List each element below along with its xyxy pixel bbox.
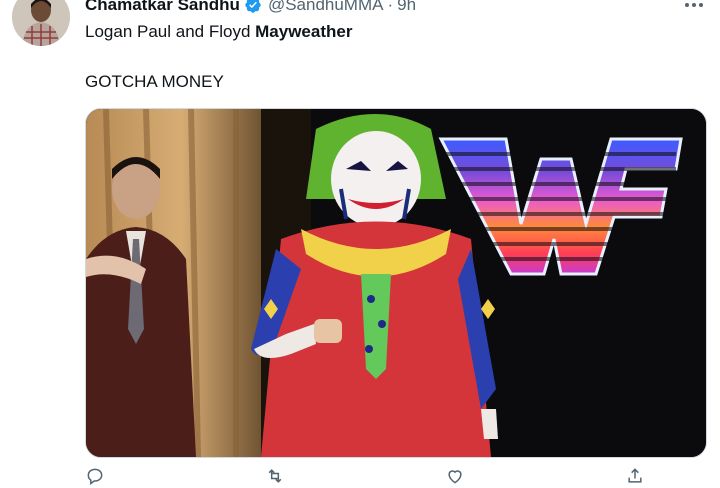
display-name[interactable]: Chamatkar Sandhu <box>85 0 240 15</box>
tweet-text-line1: Logan Paul and Floyd Mayweather <box>85 22 685 42</box>
tweet-text-line2: GOTCHA MONEY <box>85 72 224 91</box>
tweet-text-prefix: Logan Paul and Floyd <box>85 22 256 41</box>
tweet-actions <box>85 464 645 488</box>
avatar[interactable] <box>12 0 70 46</box>
retweet-button[interactable] <box>265 464 285 488</box>
separator-dot: · <box>387 0 394 14</box>
neon-logo <box>436 129 686 279</box>
share-button[interactable] <box>625 464 645 488</box>
reply-button[interactable] <box>85 464 105 488</box>
reply-icon <box>87 468 103 485</box>
timestamp[interactable]: 9h <box>397 0 416 15</box>
more-options-icon[interactable] <box>682 0 706 14</box>
handle[interactable]: @SandhuMMA <box>268 0 384 15</box>
like-icon <box>448 470 462 484</box>
tweet-text: Logan Paul and Floyd Mayweather GOTCHA M… <box>85 22 685 92</box>
like-button[interactable] <box>445 464 465 488</box>
verified-badge-icon <box>244 0 262 14</box>
avatar-image <box>12 0 70 46</box>
media-illustration <box>86 109 706 457</box>
share-icon <box>628 468 642 483</box>
tweet-text-bold: Mayweather <box>255 22 353 41</box>
tweet-media-gif[interactable] <box>85 108 707 458</box>
retweet-icon <box>268 469 282 483</box>
tweet-header: Chamatkar Sandhu @SandhuMMA · 9h <box>85 0 416 16</box>
